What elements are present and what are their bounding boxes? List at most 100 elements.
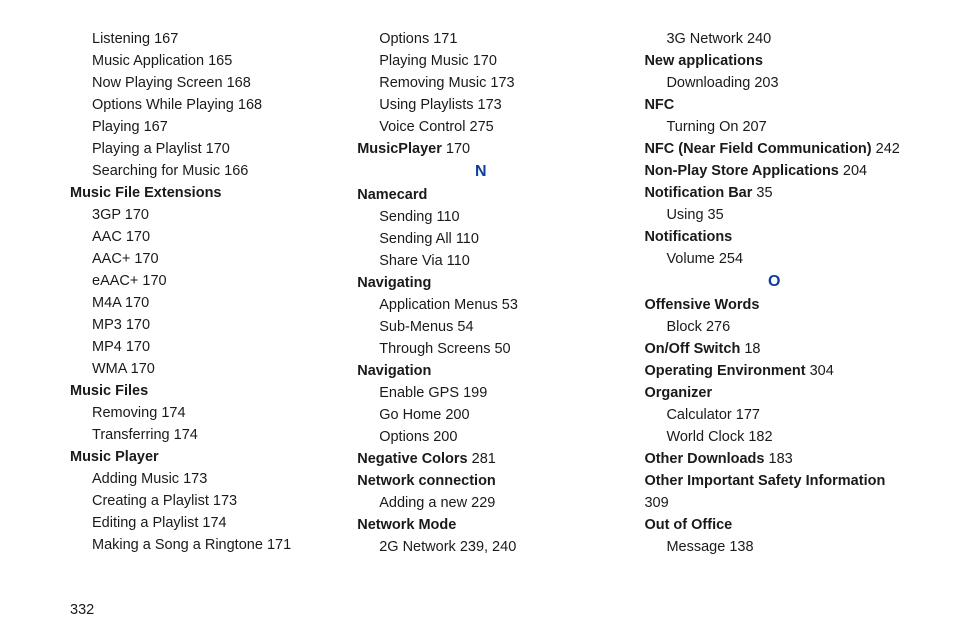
index-subentry-label: Through Screens <box>379 341 490 357</box>
index-page-ref: 110 <box>436 209 459 225</box>
index-subentry-label: Options <box>379 429 429 445</box>
section-letter: N <box>357 160 604 184</box>
index-subentry: Sending 110 <box>357 206 604 228</box>
index-subentry: Volume 254 <box>644 248 904 270</box>
index-page-ref: 170 <box>131 361 155 377</box>
index-page-ref: 204 <box>843 163 867 179</box>
index-subentry-label: Listening <box>92 31 150 47</box>
index-page-ref: 171 <box>267 537 291 553</box>
index-subentry-label: Making a Song a Ringtone <box>92 537 263 553</box>
index-subentry-label: Calculator <box>666 407 731 423</box>
index-subentry: Options While Playing 168 <box>70 94 317 116</box>
index-page-ref: 167 <box>154 31 178 47</box>
index-subentry: MP4 170 <box>70 336 317 358</box>
index-heading: Notification Bar 35 <box>644 182 904 204</box>
index-page-ref: 173 <box>213 493 237 509</box>
index-subentry-label: Message <box>666 539 725 555</box>
index-page-ref: 276 <box>706 319 730 335</box>
index-subentry: AAC 170 <box>70 226 317 248</box>
index-page-ref: 174 <box>202 515 226 531</box>
index-subentry-label: 3G Network <box>666 31 743 47</box>
index-heading: Other Downloads 183 <box>644 448 904 470</box>
index-page-ref: 171 <box>433 31 457 47</box>
section-letter: O <box>644 270 904 294</box>
index-heading: Operating Environment 304 <box>644 360 904 382</box>
index-subentry-label: Share Via <box>379 253 442 269</box>
index-column-3: 3G Network 240New applicationsDownloadin… <box>644 28 904 558</box>
index-subentry-label: 3GP <box>92 207 121 223</box>
index-subentry: Now Playing Screen 168 <box>70 72 317 94</box>
index-subentry: Enable GPS 199 <box>357 382 604 404</box>
index-page-ref: 170 <box>134 251 158 267</box>
index-heading: NFC (Near Field Communication) 242 <box>644 138 904 160</box>
index-subentry-label: Playing a Playlist <box>92 141 202 157</box>
index-page-ref: 182 <box>748 429 772 445</box>
index-heading: Music Player <box>70 446 317 468</box>
index-page-ref: 200 <box>433 429 457 445</box>
index-page-ref: 170 <box>142 273 166 289</box>
index-subentry-label: Volume <box>666 251 714 267</box>
index-subentry-label: eAAC+ <box>92 273 138 289</box>
index-heading-label: On/Off Switch <box>644 341 740 357</box>
index-heading-label: Operating Environment <box>644 363 805 379</box>
index-subentry: Block 276 <box>644 316 904 338</box>
index-heading-label: MusicPlayer <box>357 141 442 157</box>
index-heading: On/Off Switch 18 <box>644 338 904 360</box>
index-subentry: Calculator 177 <box>644 404 904 426</box>
index-subentry: 3GP 170 <box>70 204 317 226</box>
index-page-ref: 200 <box>445 407 469 423</box>
index-heading: Navigation <box>357 360 604 382</box>
index-page-ref: 170 <box>125 295 149 311</box>
index-subentry-label: Playing Music <box>379 53 468 69</box>
index-subentry: Using 35 <box>644 204 904 226</box>
index-subentry-label: Music Application <box>92 53 204 69</box>
index-page-ref: 170 <box>473 53 497 69</box>
index-page-ref: 174 <box>174 427 198 443</box>
index-subentry: Playing a Playlist 170 <box>70 138 317 160</box>
index-subentry-label: Go Home <box>379 407 441 423</box>
index-heading: Non-Play Store Applications 204 <box>644 160 904 182</box>
index-page-ref: 50 <box>494 341 510 357</box>
index-subentry: Removing Music 173 <box>357 72 604 94</box>
index-subentry: Application Menus 53 <box>357 294 604 316</box>
index-subentry: 3G Network 240 <box>644 28 904 50</box>
index-subentry-label: Application Menus <box>379 297 498 313</box>
index-heading-label: NFC (Near Field Communication) <box>644 141 871 157</box>
index-heading-label: Negative Colors <box>357 451 467 467</box>
index-subentry-label: Playing <box>92 119 140 135</box>
index-subentry: Downloading 203 <box>644 72 904 94</box>
index-subentry-label: Removing Music <box>379 75 486 91</box>
index-subentry: eAAC+ 170 <box>70 270 317 292</box>
index-subentry-label: Sub-Menus <box>379 319 453 335</box>
index-subentry: Removing 174 <box>70 402 317 424</box>
index-heading-label: Non-Play Store Applications <box>644 163 838 179</box>
index-page-ref: 35 <box>756 185 772 201</box>
index-page-ref: 177 <box>736 407 760 423</box>
index-page-ref: 203 <box>754 75 778 91</box>
page-number: 332 <box>70 602 94 618</box>
index-subentry: Creating a Playlist 173 <box>70 490 317 512</box>
index-subentry-label: Removing <box>92 405 157 421</box>
index-page: Listening 167Music Application 165Now Pl… <box>0 0 954 636</box>
index-subentry-label: Voice Control <box>379 119 465 135</box>
index-page-ref: 207 <box>742 119 766 135</box>
index-subentry: World Clock 182 <box>644 426 904 448</box>
index-page-ref: 242 <box>876 141 900 157</box>
index-subentry-label: Enable GPS <box>379 385 459 401</box>
index-column-2: Options 171 Playing Music 170 Removing Mus… <box>357 28 604 558</box>
index-subentry: WMA 170 <box>70 358 317 380</box>
index-heading-label: Other Important Safety Information <box>644 473 885 489</box>
index-page-ref: 54 <box>457 319 473 335</box>
index-subentry-label: World Clock <box>666 429 744 445</box>
index-subentry: Using Playlists 173 <box>357 94 604 116</box>
index-page-ref: 199 <box>463 385 487 401</box>
index-subentry-label: Turning On <box>666 119 738 135</box>
index-subentry-label: Searching for Music <box>92 163 220 179</box>
index-page-ref: 254 <box>719 251 743 267</box>
index-subentry: Editing a Playlist 174 <box>70 512 317 534</box>
index-heading: Navigating <box>357 272 604 294</box>
columns-container: Listening 167Music Application 165Now Pl… <box>70 28 904 558</box>
index-subentry: M4A 170 <box>70 292 317 314</box>
index-subentry-label: 2G Network <box>379 539 456 555</box>
index-heading: Music File Extensions <box>70 182 317 204</box>
